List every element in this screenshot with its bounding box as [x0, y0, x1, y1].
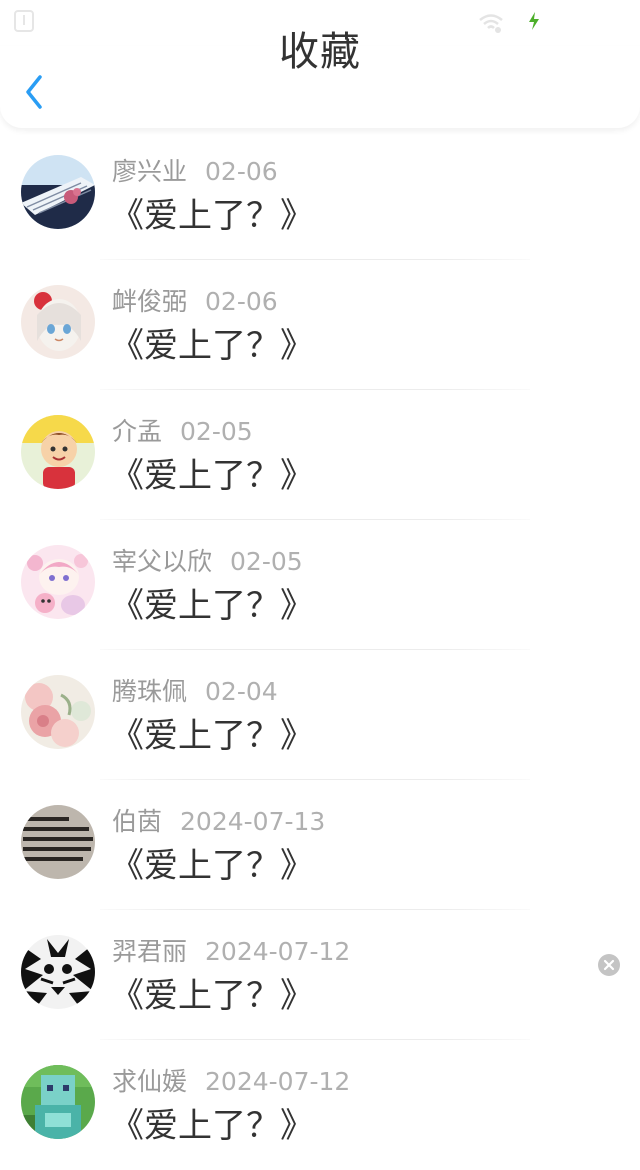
- item-date: 02-05: [230, 547, 303, 576]
- item-title: 《爱上了？》: [110, 456, 314, 496]
- item-meta: 腾珠佩 02-04: [112, 672, 278, 706]
- close-icon[interactable]: [598, 954, 620, 976]
- item-meta: 羿君丽 2024-07-12: [112, 932, 351, 966]
- item-date: 2024-07-12: [205, 937, 351, 966]
- avatar[interactable]: [21, 805, 95, 879]
- item-title: 《爱上了？》: [110, 976, 314, 1016]
- item-date: 02-04: [205, 677, 278, 706]
- list-item[interactable]: 伯茵 2024-07-13 《爱上了？》: [0, 780, 640, 910]
- avatar[interactable]: [21, 1065, 95, 1139]
- item-date: 2024-07-12: [205, 1067, 351, 1096]
- list-item[interactable]: 介孟 02-05 《爱上了？》: [0, 390, 640, 520]
- list-item[interactable]: 羿君丽 2024-07-12 《爱上了？》: [0, 910, 640, 1040]
- item-date: 02-06: [205, 287, 278, 316]
- user-name: 伯茵: [112, 807, 163, 836]
- item-meta: 伯茵 2024-07-13: [112, 802, 326, 836]
- user-name: 腾珠佩: [112, 677, 188, 706]
- list-item[interactable]: 廖兴业 02-06 《爱上了？》: [0, 130, 640, 260]
- item-meta: 衅俊弼 02-06: [112, 282, 278, 316]
- item-meta: 求仙媛 2024-07-12: [112, 1062, 351, 1096]
- item-date: 02-06: [205, 157, 278, 186]
- item-title: 《爱上了？》: [110, 716, 314, 756]
- avatar[interactable]: [21, 935, 95, 1009]
- item-title: 《爱上了？》: [110, 1106, 314, 1146]
- item-title: 《爱上了？》: [110, 196, 314, 236]
- item-meta: 廖兴业 02-06: [112, 152, 278, 186]
- item-date: 2024-07-13: [180, 807, 326, 836]
- avatar[interactable]: [21, 545, 95, 619]
- user-name: 介孟: [112, 417, 163, 446]
- user-name: 宰父以欣: [112, 547, 213, 576]
- item-title: 《爱上了？》: [110, 586, 314, 626]
- item-title: 《爱上了？》: [110, 326, 314, 366]
- list-item[interactable]: 宰父以欣 02-05 《爱上了？》: [0, 520, 640, 650]
- item-meta: 介孟 02-05: [112, 412, 253, 446]
- avatar[interactable]: [21, 155, 95, 229]
- user-name: 衅俊弼: [112, 287, 188, 316]
- avatar[interactable]: [21, 415, 95, 489]
- user-name: 廖兴业: [112, 157, 188, 186]
- item-title: 《爱上了？》: [110, 846, 314, 886]
- list-item[interactable]: 求仙媛 2024-07-12 《爱上了？》: [0, 1040, 640, 1170]
- page-title: 收藏: [279, 29, 361, 75]
- avatar[interactable]: [21, 285, 95, 359]
- list-item[interactable]: 衅俊弼 02-06 《爱上了？》: [0, 260, 640, 390]
- user-name: 求仙媛: [112, 1067, 188, 1096]
- avatar[interactable]: [21, 675, 95, 749]
- user-name: 羿君丽: [112, 937, 188, 966]
- item-date: 02-05: [180, 417, 253, 446]
- item-meta: 宰父以欣 02-05: [112, 542, 303, 576]
- list-item[interactable]: 腾珠佩 02-04 《爱上了？》: [0, 650, 640, 780]
- favorites-list: 廖兴业 02-06 《爱上了？》 衅俊弼 02-06 《爱上了？》 介孟 02-…: [0, 130, 640, 1146]
